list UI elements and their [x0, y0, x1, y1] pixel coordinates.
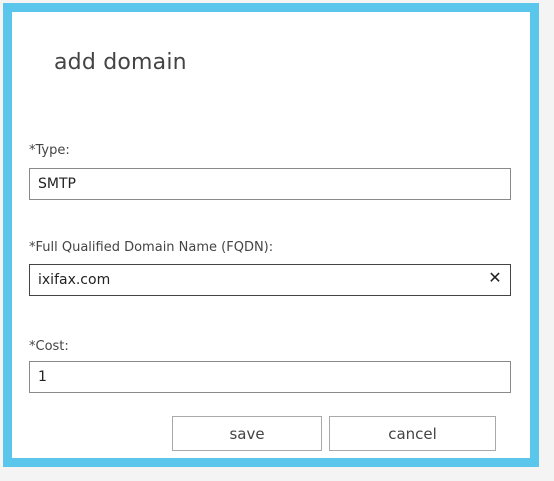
cancel-button[interactable]: cancel: [329, 416, 496, 451]
add-domain-dialog: add domain: [3, 3, 539, 467]
cost-label: *Cost:: [29, 339, 69, 354]
close-icon[interactable]: ✕: [482, 263, 508, 291]
fqdn-field[interactable]: [29, 264, 511, 296]
save-button[interactable]: save: [172, 416, 322, 451]
type-label: *Type:: [29, 143, 70, 158]
cost-field[interactable]: [29, 361, 511, 393]
type-field[interactable]: [29, 168, 511, 200]
dialog-title: add domain: [54, 50, 187, 75]
fqdn-label: *Full Qualified Domain Name (FQDN):: [29, 240, 274, 255]
